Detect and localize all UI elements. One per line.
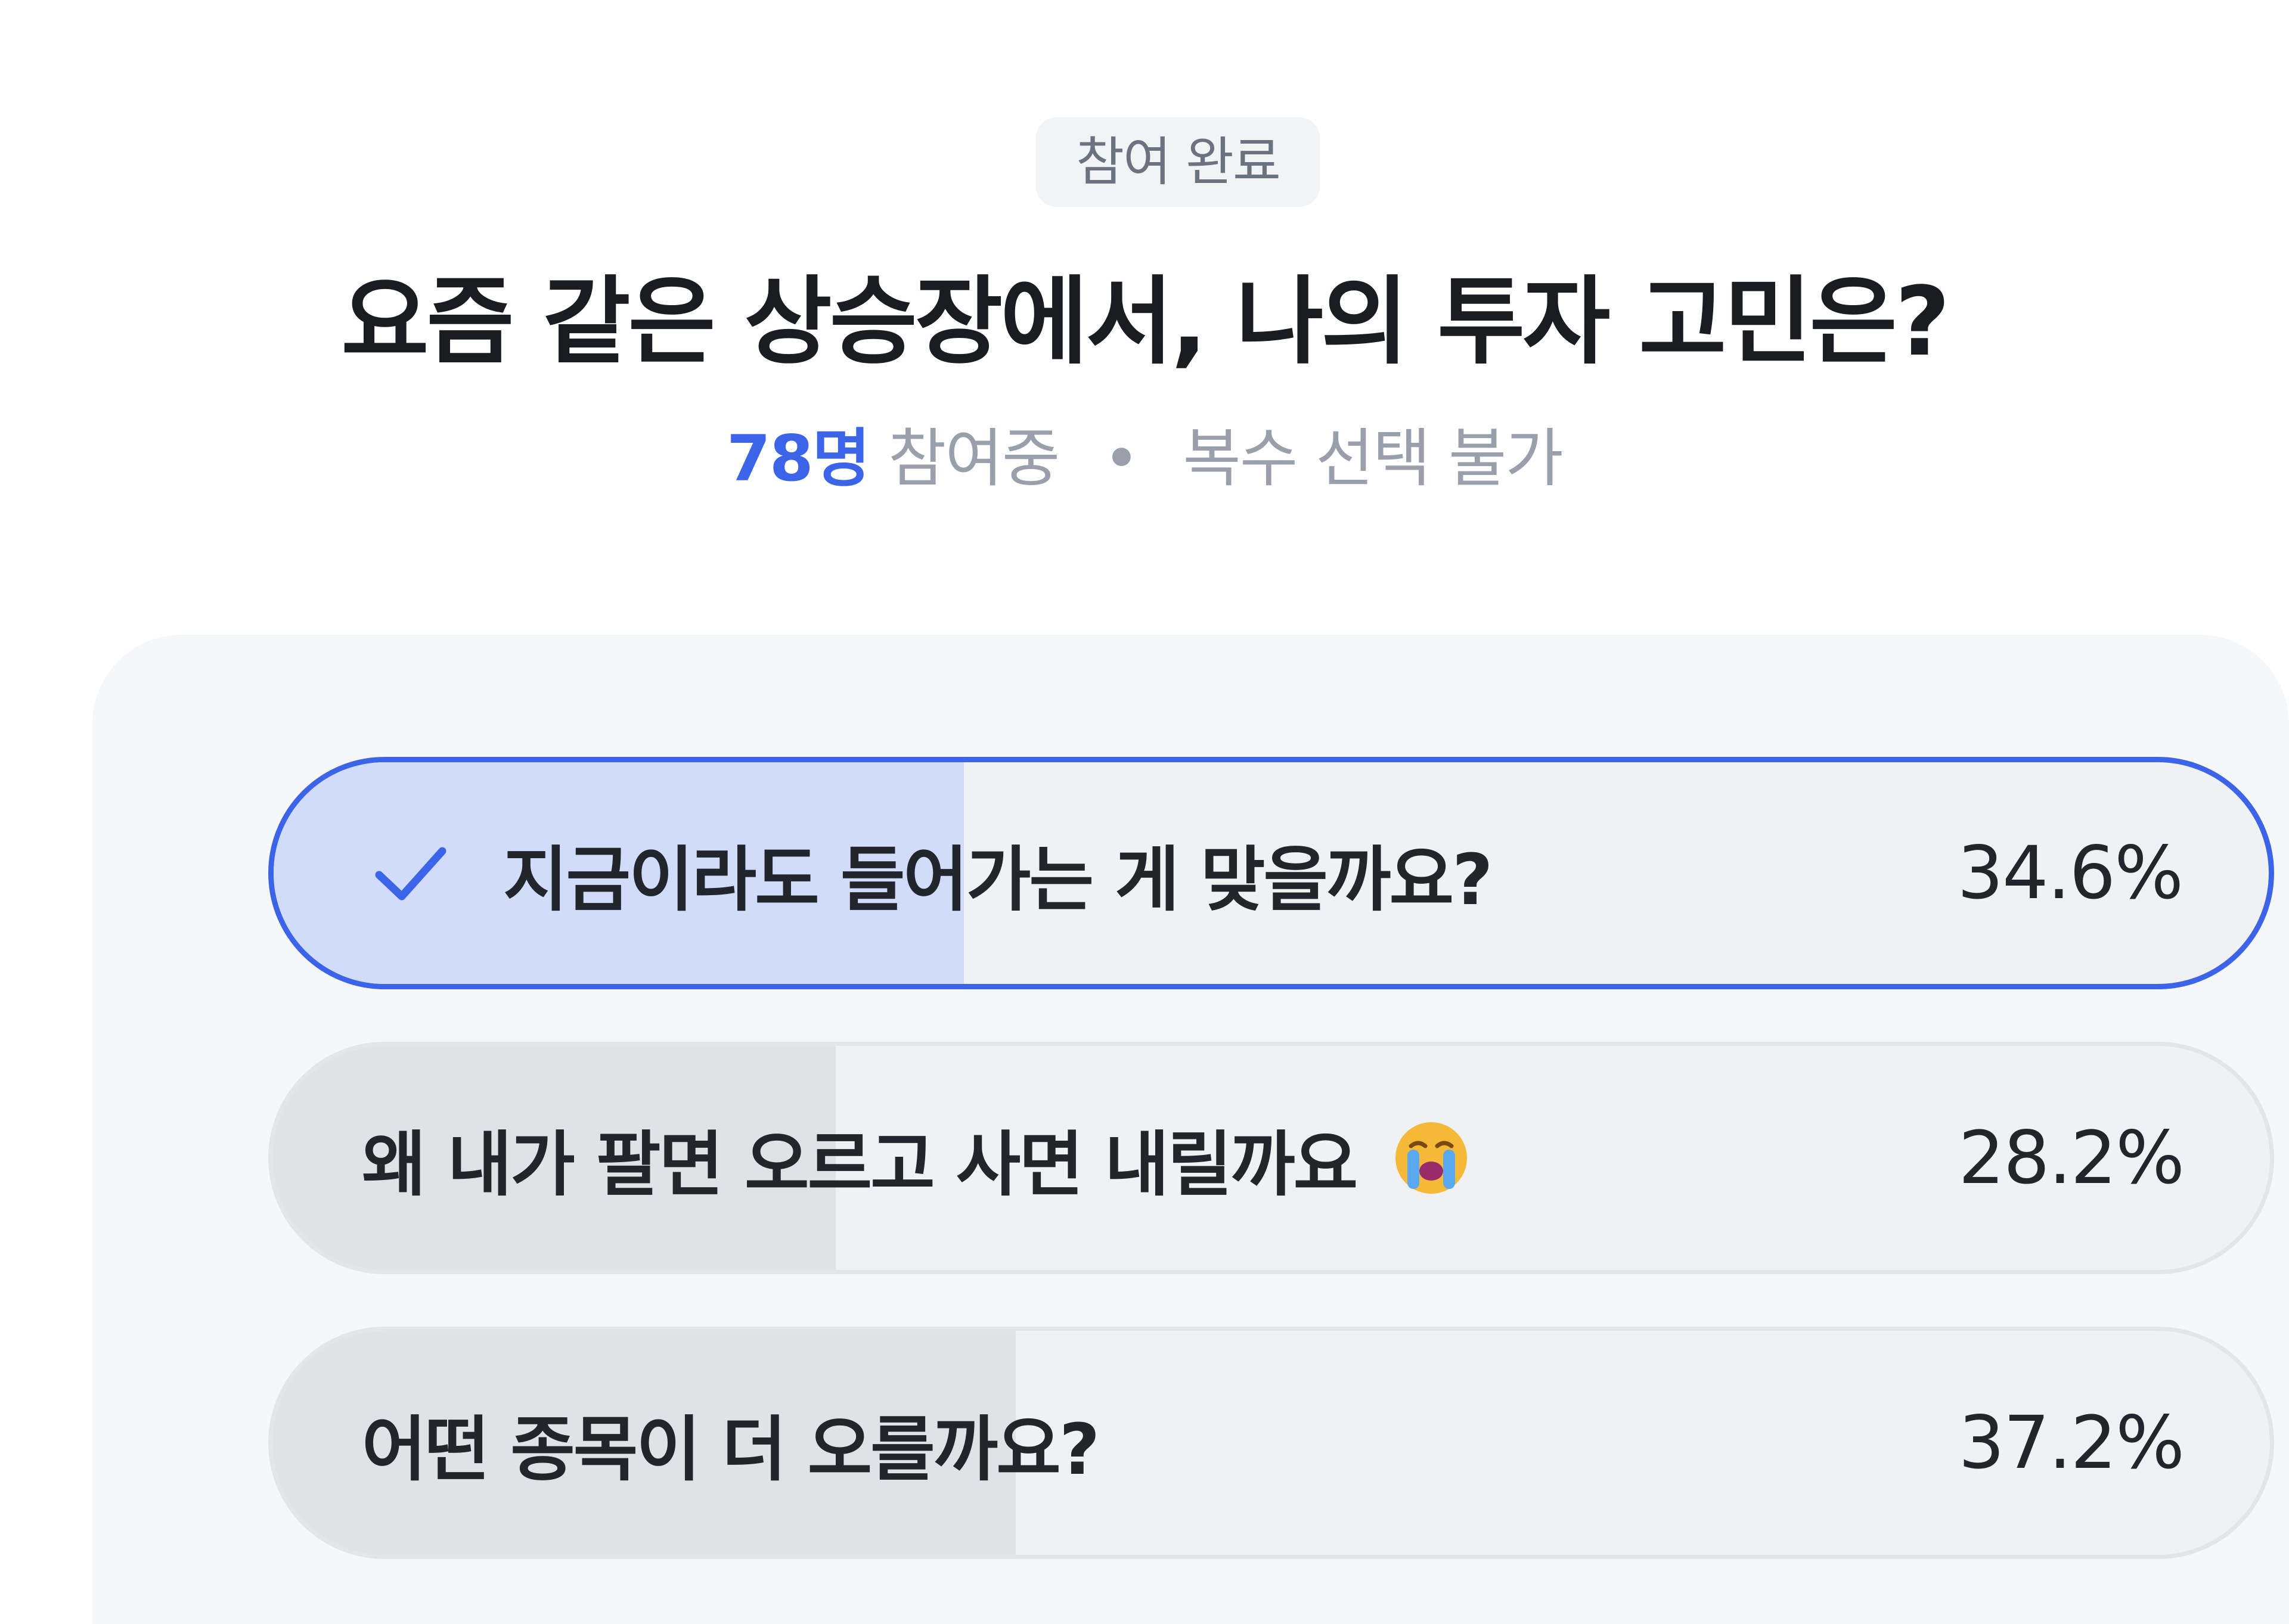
option-percent: 37.2% bbox=[1958, 1401, 2185, 1485]
option-label: 어떤 종목이 더 오를까요? bbox=[362, 1408, 1100, 1491]
check-icon bbox=[372, 762, 449, 984]
status-badge: 참여 완료 bbox=[1036, 117, 1320, 207]
participant-count: 78명 bbox=[727, 422, 870, 495]
option-label: 왜 내가 팔면 오르고 사면 내릴까요 bbox=[362, 1123, 1358, 1206]
poll-option-1[interactable]: 지금이라도 들어가는 게 맞을까요? 34.6% bbox=[268, 757, 2274, 989]
participating-label: 참여중 bbox=[888, 422, 1060, 495]
poll-meta: 78명 참여중 • 복수 선택 불가 bbox=[0, 414, 2289, 504]
poll-option-3[interactable]: 어떤 종목이 더 오를까요? 37.2% bbox=[268, 1327, 2274, 1559]
poll-options-card: 지금이라도 들어가는 게 맞을까요? 34.6% 왜 내가 팔면 오르고 사면 … bbox=[92, 635, 2289, 1624]
option-percent: 34.6% bbox=[1957, 831, 2183, 915]
selection-rule: 복수 선택 불가 bbox=[1183, 422, 1564, 495]
option-label-wrap: 왜 내가 팔면 오르고 사면 내릴까요 bbox=[362, 1046, 1471, 1270]
meta-separator: • bbox=[1103, 422, 1140, 495]
poll-title: 요즘 같은 상승장에서, 나의 투자 고민은? bbox=[341, 266, 1950, 377]
poll-option-2[interactable]: 왜 내가 팔면 오르고 사면 내릴까요 28.2% bbox=[268, 1042, 2274, 1274]
option-percent: 28.2% bbox=[1958, 1116, 2185, 1200]
option-label: 지금이라도 들어가는 게 맞을까요? bbox=[503, 838, 1493, 921]
poll-page: 참여 완료 요즘 같은 상승장에서, 나의 투자 고민은? 78명 참여중 • … bbox=[0, 0, 2289, 1624]
crying-face-emoji-icon bbox=[1392, 1119, 1471, 1197]
